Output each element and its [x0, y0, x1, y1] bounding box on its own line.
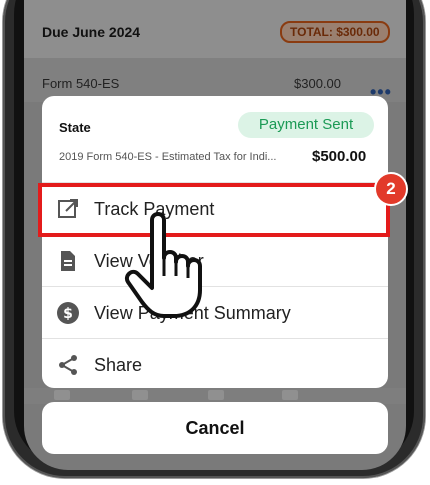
tab-icon — [282, 390, 298, 400]
dollar-circle-icon: $ — [57, 302, 79, 324]
payment-amount: $500.00 — [312, 148, 367, 165]
document-icon — [61, 251, 75, 271]
form-amount: $300.00 — [294, 76, 341, 91]
svg-text:$: $ — [63, 306, 73, 322]
total-badge: TOTAL: $300.00 — [280, 21, 390, 43]
pointing-hand-icon — [125, 212, 202, 318]
state-label: State — [59, 120, 91, 135]
cancel-button[interactable]: Cancel — [42, 402, 388, 454]
share-button[interactable]: Share — [42, 338, 388, 388]
share-label: Share — [94, 355, 143, 375]
due-section-header: Due June 2024 TOTAL: $300.00 — [24, 0, 406, 59]
tab-icon — [132, 390, 148, 400]
due-title: Due June 2024 — [42, 24, 141, 40]
sheet-header: State Payment Sent 2019 Form 540-ES - Es… — [42, 96, 388, 178]
share-icon — [59, 355, 77, 375]
form-name: Form 540-ES — [42, 76, 120, 91]
step-badge: 2 — [374, 172, 408, 206]
tab-icon — [208, 390, 224, 400]
tab-icon — [54, 390, 70, 400]
payment-description: 2019 Form 540-ES - Estimated Tax for Ind… — [59, 151, 277, 163]
status-badge: Payment Sent — [238, 112, 374, 138]
